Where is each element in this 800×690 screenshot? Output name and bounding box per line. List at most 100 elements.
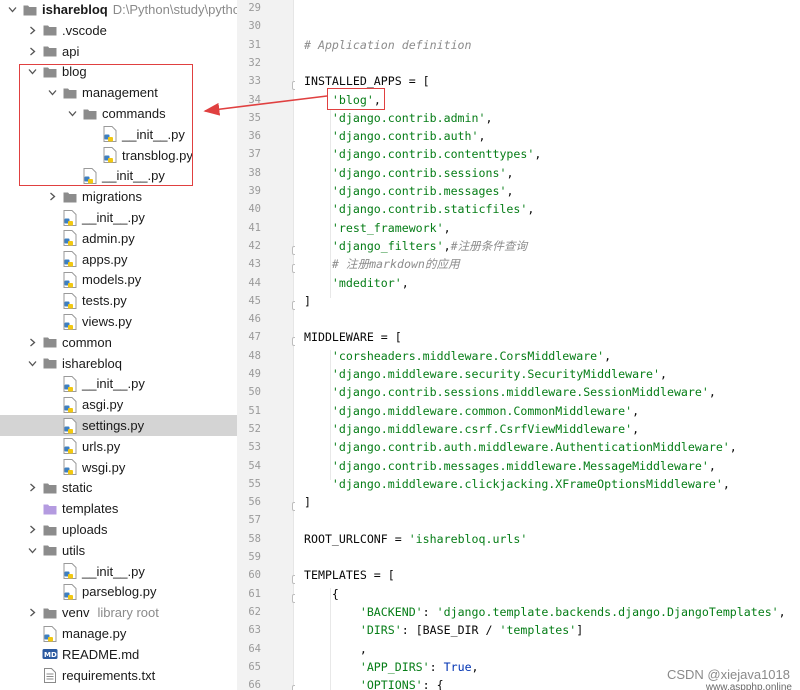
tree-item[interactable]: asgi.py — [0, 394, 237, 415]
chevron-right-icon[interactable] — [26, 477, 38, 498]
python-file-icon — [62, 375, 78, 392]
chevron-down-icon[interactable] — [6, 0, 18, 20]
code-line[interactable]: 'django.middleware.clickjacking.XFrameOp… — [304, 475, 730, 493]
chevron-down-icon[interactable] — [46, 82, 58, 103]
tree-item[interactable]: transblog.py — [0, 145, 237, 166]
tree-item[interactable]: views.py — [0, 311, 237, 332]
tree-item[interactable]: wsgi.py — [0, 457, 237, 478]
chevron-down-icon[interactable] — [26, 540, 38, 561]
code-token: , — [401, 275, 409, 290]
tree-item[interactable]: management — [0, 82, 237, 103]
tree-item-label: models.py — [82, 272, 142, 288]
tree-item[interactable]: __init__.py — [0, 207, 237, 228]
tree-item[interactable]: models.py — [0, 269, 237, 290]
code-line[interactable]: 'django.contrib.sessions.middleware.Sess… — [304, 383, 716, 401]
code-token: , — [443, 220, 451, 235]
tree-item[interactable]: uploads — [0, 519, 237, 540]
line-number: 66 — [248, 679, 261, 690]
code-line[interactable]: , — [304, 640, 367, 658]
line-number: 37 — [248, 148, 261, 161]
code-line[interactable]: 'mdeditor', — [304, 274, 409, 292]
code-line[interactable]: # 注册markdown的应用 — [304, 255, 460, 273]
code-token: , — [632, 403, 640, 418]
code-line[interactable]: 'django.contrib.messages', — [304, 182, 514, 200]
code-line[interactable]: 'blog', — [304, 91, 381, 109]
tree-item-label: __init__.py — [122, 126, 185, 142]
tree-item[interactable]: templates — [0, 498, 237, 519]
code-line[interactable]: ROOT_URLCONF = 'isharebloq.urls' — [304, 530, 527, 548]
tree-item-label: utils — [62, 542, 86, 558]
code-line[interactable]: 'django.contrib.auth', — [304, 127, 486, 145]
tree-item[interactable]: isharebloq D:\Python\study\pytho — [0, 0, 237, 20]
tree-item[interactable]: urls.py — [0, 436, 237, 457]
code-line[interactable]: INSTALLED_APPS = [ — [304, 72, 430, 90]
code-line[interactable]: 'django.contrib.auth.middleware.Authenti… — [304, 438, 737, 456]
chevron-right-icon[interactable] — [46, 186, 58, 207]
code-token: , — [722, 476, 730, 491]
tree-item[interactable]: __init__.py — [0, 373, 237, 394]
tree-item[interactable]: static — [0, 477, 237, 498]
code-line[interactable]: 'django.contrib.admin', — [304, 109, 493, 127]
code-line[interactable]: { — [304, 585, 339, 603]
chevron-down-icon[interactable] — [26, 61, 38, 82]
tree-item[interactable]: .vscode — [0, 20, 237, 41]
tree-item[interactable]: __init__.py — [0, 561, 237, 582]
code-line[interactable]: 'django.middleware.security.SecurityMidd… — [304, 365, 667, 383]
code-token: , — [604, 348, 612, 363]
tree-item[interactable]: settings.py — [0, 415, 237, 436]
tree-item-label: apps.py — [82, 251, 128, 267]
tree-item[interactable]: tests.py — [0, 290, 237, 311]
code-line[interactable]: 'DIRS': [BASE_DIR / 'templates'] — [304, 621, 583, 639]
tree-item[interactable]: manage.py — [0, 623, 237, 644]
code-line[interactable]: ] — [304, 493, 311, 511]
chevron-right-icon[interactable] — [26, 332, 38, 353]
tree-item[interactable]: apps.py — [0, 249, 237, 270]
code-token: , — [708, 385, 716, 400]
tree-item[interactable]: common — [0, 332, 237, 353]
chevron-right-icon[interactable] — [26, 519, 38, 540]
code-token: { — [304, 586, 339, 601]
code-line[interactable]: 'OPTIONS': { — [304, 676, 444, 690]
tree-item[interactable]: blog — [0, 61, 237, 82]
code-line[interactable]: # Application definition — [304, 36, 472, 54]
code-line[interactable]: 'corsheaders.middleware.CorsMiddleware', — [304, 347, 611, 365]
chevron-down-icon[interactable] — [26, 353, 38, 374]
tree-item[interactable]: venv library root — [0, 602, 237, 623]
tree-item[interactable]: api — [0, 41, 237, 62]
code-line[interactable]: 'django.contrib.sessions', — [304, 164, 514, 182]
folder-icon — [22, 2, 38, 18]
code-line[interactable]: 'rest_framework', — [304, 219, 451, 237]
code-editor[interactable]: # Application definition INSTALLED_APPS =… — [295, 0, 800, 690]
code-line[interactable]: 'django.contrib.contenttypes', — [304, 145, 541, 163]
tree-item[interactable]: requirements.txt — [0, 665, 237, 686]
code-line[interactable]: 'BACKEND': 'django.template.backends.dja… — [304, 603, 786, 621]
code-line[interactable]: ] — [304, 292, 311, 310]
chevron-right-icon[interactable] — [26, 41, 38, 62]
code-line[interactable]: 'django.contrib.messages.middleware.Mess… — [304, 457, 716, 475]
line-number: 52 — [248, 422, 261, 435]
tree-item[interactable]: commands — [0, 103, 237, 124]
code-line[interactable]: MIDDLEWARE = [ — [304, 328, 402, 346]
tree-item[interactable]: __init__.py — [0, 124, 237, 145]
code-line[interactable]: 'django.contrib.staticfiles', — [304, 200, 534, 218]
chevron-right-icon[interactable] — [26, 602, 38, 623]
code-line[interactable]: TEMPLATES = [ — [304, 566, 395, 584]
chevron-right-icon[interactable] — [26, 20, 38, 41]
tree-item[interactable]: utils — [0, 540, 237, 561]
chevron-down-icon[interactable] — [66, 103, 78, 124]
tree-item[interactable]: migrations — [0, 186, 237, 207]
tree-item[interactable]: MD README.md — [0, 644, 237, 665]
tree-item[interactable]: admin.py — [0, 228, 237, 249]
code-line[interactable]: 'django_filters',#注册条件查询 — [304, 237, 527, 255]
tree-item[interactable]: isharebloq — [0, 353, 237, 374]
tree-item-label: uploads — [62, 522, 108, 537]
code-line[interactable]: 'django.middleware.csrf.CsrfViewMiddlewa… — [304, 420, 639, 438]
tree-item[interactable]: __init__.py — [0, 165, 237, 186]
code-line[interactable]: 'django.middleware.common.CommonMiddlewa… — [304, 402, 639, 420]
tree-item-label: management — [82, 85, 158, 101]
tree-item[interactable]: parseblog.py — [0, 581, 237, 602]
